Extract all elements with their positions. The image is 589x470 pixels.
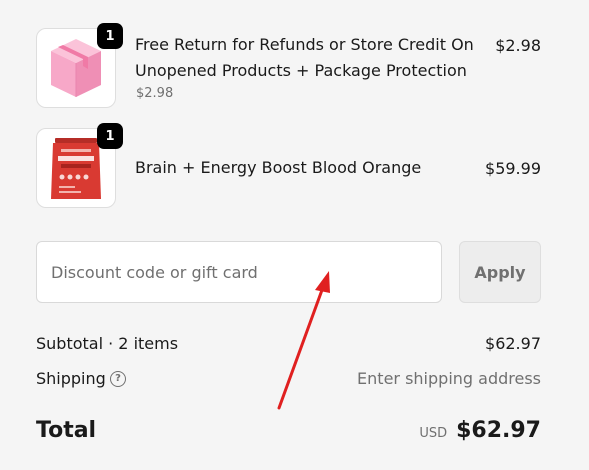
subtotal-value: $62.97	[485, 334, 541, 353]
apply-discount-button[interactable]: Apply	[459, 241, 541, 303]
item-price: $2.98	[495, 36, 541, 55]
total-amount-group: USD $62.97	[419, 418, 541, 443]
item-title: Brain + Energy Boost Blood Orange	[135, 158, 422, 177]
total-row: Total USD $62.97	[36, 418, 541, 448]
item-unit-price: $2.98	[136, 86, 174, 101]
shipping-value: Enter shipping address	[357, 369, 541, 388]
shipping-row: Shipping ? Enter shipping address	[36, 368, 541, 392]
subtotal-row: Subtotal · 2 items $62.97	[36, 333, 541, 357]
item-title: Free Return for Refunds or Store Credit …	[135, 35, 474, 80]
quantity-badge: 1	[97, 23, 123, 49]
cart-line-item: 1 Free Return for Refunds or Store Credi…	[36, 23, 541, 110]
total-label: Total	[36, 418, 97, 443]
discount-code-input[interactable]	[36, 241, 442, 303]
item-price: $59.99	[485, 159, 541, 178]
question-circle-icon[interactable]: ?	[110, 371, 126, 387]
shipping-label: Shipping	[36, 369, 106, 388]
total-amount: $62.97	[456, 418, 541, 443]
cart-line-item: 1 Brain + Energy Boost Blood Orange $59.…	[36, 123, 541, 210]
subtotal-label: Subtotal · 2 items	[36, 334, 179, 353]
currency-code: USD	[419, 426, 448, 441]
quantity-badge: 1	[97, 123, 123, 149]
